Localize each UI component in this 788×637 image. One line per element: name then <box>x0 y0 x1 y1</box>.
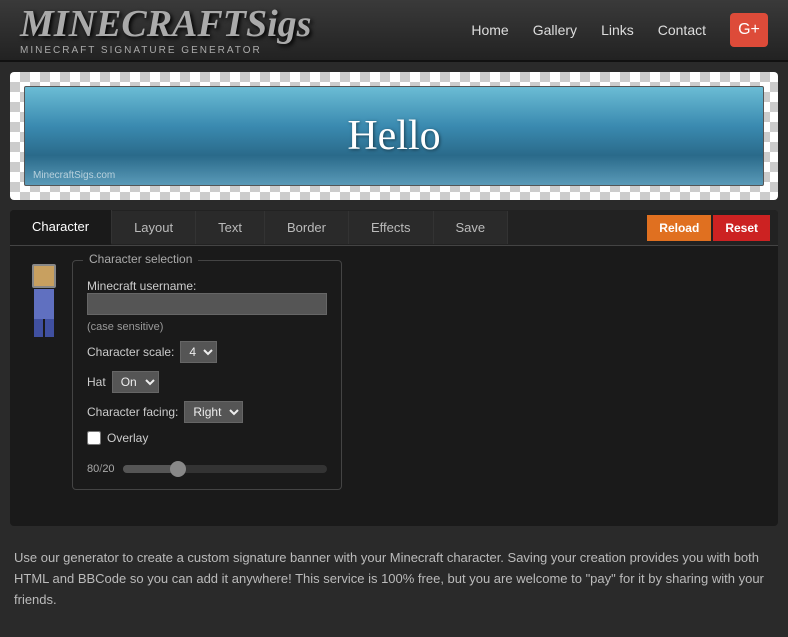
tab-effects[interactable]: Effects <box>349 211 434 244</box>
character-right-leg <box>45 319 54 337</box>
tab-save[interactable]: Save <box>434 211 509 244</box>
gplus-button[interactable]: G+ <box>730 13 768 47</box>
character-left-leg <box>34 319 43 337</box>
slider-count: 80/20 <box>87 463 115 475</box>
slider-track[interactable] <box>123 465 327 473</box>
preview-watermark: MinecraftSigs.com <box>33 170 115 181</box>
facing-row: Character facing: Right Left <box>87 401 327 423</box>
description-text: Use our generator to create a custom sig… <box>0 536 788 622</box>
case-note: (case sensitive) <box>87 321 327 333</box>
preview-area: Hello MinecraftSigs.com <box>10 72 778 200</box>
facing-select[interactable]: Right Left <box>184 401 243 423</box>
header: MINECRAFTSigs MINECRAFT SIGNATURE GENERA… <box>0 0 788 62</box>
tab-layout[interactable]: Layout <box>112 211 196 244</box>
scale-select[interactable]: 4 <box>180 341 217 363</box>
preview-hello-text: Hello <box>347 112 440 160</box>
hat-select[interactable]: On Off <box>112 371 159 393</box>
scale-row: Character scale: 4 <box>87 341 327 363</box>
nav-home[interactable]: Home <box>471 22 508 38</box>
overlay-checkbox[interactable] <box>87 431 101 445</box>
slider-fill <box>123 465 174 473</box>
character-tab-content: Character selection Minecraft username: … <box>10 246 778 526</box>
nav-links: Home Gallery Links Contact G+ <box>471 13 768 47</box>
character-selection-group: Character selection Minecraft username: … <box>72 260 342 490</box>
character-body <box>34 289 54 319</box>
facing-label: Character facing: <box>87 405 178 419</box>
character-head <box>32 264 56 288</box>
overlay-label: Overlay <box>107 431 148 445</box>
overlay-row: Overlay <box>87 431 327 445</box>
slider-thumb[interactable] <box>170 461 186 477</box>
logo-area: MINECRAFTSigs MINECRAFT SIGNATURE GENERA… <box>20 5 311 56</box>
preview-banner: Hello MinecraftSigs.com <box>24 86 764 186</box>
username-label: Minecraft username: <box>87 279 321 293</box>
logo-text: MINECRAFTSigs <box>20 5 311 43</box>
username-input[interactable] <box>87 293 327 315</box>
main-panel: Character Layout Text Border Effects Sav… <box>10 210 778 526</box>
reset-button[interactable]: Reset <box>713 215 770 241</box>
character-selection-legend: Character selection <box>83 252 198 266</box>
nav-gallery[interactable]: Gallery <box>533 22 577 38</box>
reload-button[interactable]: Reload <box>647 215 711 241</box>
tab-text[interactable]: Text <box>196 211 265 244</box>
tab-bar: Character Layout Text Border Effects Sav… <box>10 210 778 246</box>
logo-italic: Sigs <box>246 3 311 45</box>
tab-character[interactable]: Character <box>10 210 112 245</box>
slider-area: 80/20 <box>87 463 327 475</box>
scale-label: Character scale: <box>87 345 174 359</box>
logo-subtitle: MINECRAFT SIGNATURE GENERATOR <box>20 45 311 56</box>
tab-border[interactable]: Border <box>265 211 349 244</box>
nav-links[interactable]: Links <box>601 22 634 38</box>
hat-label: Hat <box>87 375 106 389</box>
character-legs <box>34 319 54 337</box>
logo-main: MINECRAFT <box>20 3 246 45</box>
hat-row: Hat On Off <box>87 371 327 393</box>
nav-contact[interactable]: Contact <box>658 22 706 38</box>
character-preview-column <box>26 260 62 337</box>
